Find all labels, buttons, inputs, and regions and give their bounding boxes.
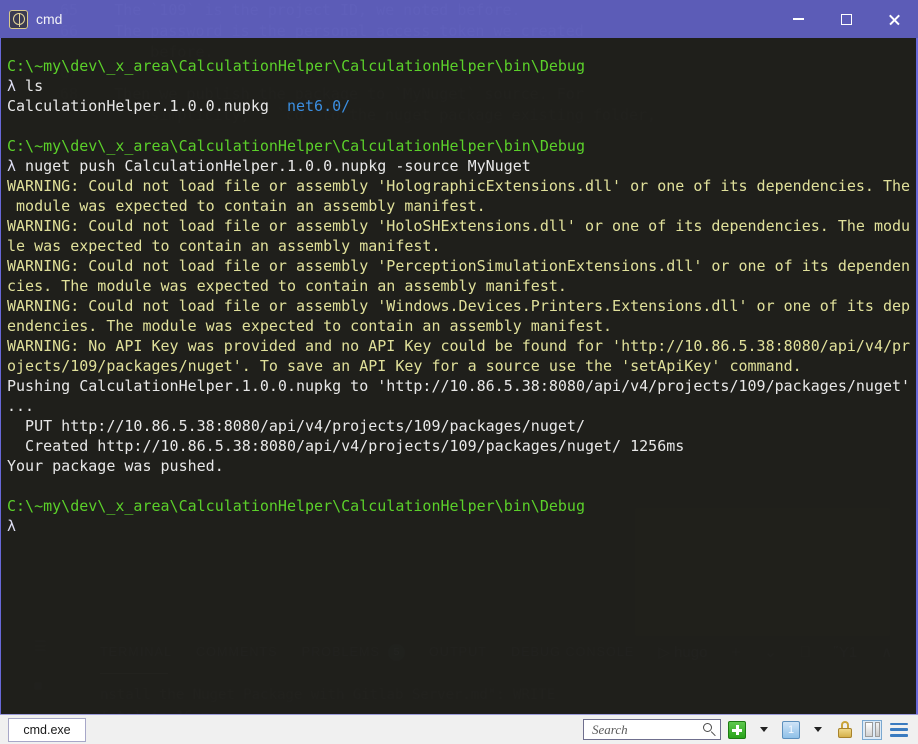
active-console-button[interactable]: 1 xyxy=(780,719,802,741)
terminal-line: endencies. The module was expected to co… xyxy=(7,316,912,336)
console-tab-cmd-exe[interactable]: cmd.exe xyxy=(8,718,86,742)
terminal-output-area[interactable]: C:\~my\dev\_x_area\CalculationHelper\Cal… xyxy=(0,38,918,714)
active-console-dropdown[interactable] xyxy=(807,719,829,741)
terminal-line: WARNING: Could not load file or assembly… xyxy=(7,256,912,276)
maximize-button[interactable] xyxy=(822,0,870,38)
console-one-icon: 1 xyxy=(782,721,800,739)
terminal-line: λ ls xyxy=(7,76,912,96)
terminal-line: C:\~my\dev\_x_area\CalculationHelper\Cal… xyxy=(7,56,912,76)
hamburger-menu-icon xyxy=(890,723,908,737)
terminal-lines: C:\~my\dev\_x_area\CalculationHelper\Cal… xyxy=(7,56,912,536)
search-box[interactable] xyxy=(583,719,721,740)
status-bar-toolbar: 1 xyxy=(583,719,914,741)
window-controls xyxy=(774,0,918,38)
terminal-line: λ xyxy=(7,516,912,536)
terminal-line xyxy=(7,476,912,496)
minimize-icon xyxy=(793,18,804,20)
terminal-line: CalculationHelper.1.0.0.nupkg net6.0/ xyxy=(7,96,912,116)
status-bar: cmd.exe 1 xyxy=(0,714,918,744)
main-menu-button[interactable] xyxy=(888,719,910,741)
terminal-line: module was expected to contain an assemb… xyxy=(7,196,912,216)
conemu-icon xyxy=(9,10,28,29)
close-icon xyxy=(888,13,901,26)
terminal-line: ojects/109/packages/nuget'. To save an A… xyxy=(7,356,912,376)
conemu-window: 65 The `109` is the project ID, we noted… xyxy=(0,0,918,744)
terminal-line xyxy=(7,116,912,136)
split-panes-button[interactable] xyxy=(861,719,883,741)
close-button[interactable] xyxy=(870,0,918,38)
terminal-line: WARNING: Could not load file or assembly… xyxy=(7,216,912,236)
window-title: cmd xyxy=(36,11,62,27)
terminal-line: Pushing CalculationHelper.1.0.0.nupkg to… xyxy=(7,376,912,396)
terminal-line: WARNING: No API Key was provided and no … xyxy=(7,336,912,356)
title-bar-left: cmd xyxy=(0,10,62,29)
terminal-line: C:\~my\dev\_x_area\CalculationHelper\Cal… xyxy=(7,496,912,516)
padlock-icon xyxy=(837,721,853,738)
minimize-button[interactable] xyxy=(774,0,822,38)
terminal-line: WARNING: Could not load file or assembly… xyxy=(7,296,912,316)
terminal-line: le was expected to contain an assembly m… xyxy=(7,236,912,256)
caret-down-icon xyxy=(814,727,822,732)
terminal-line: Your package was pushed. xyxy=(7,456,912,476)
prompt-symbol: λ xyxy=(7,517,16,535)
title-bar[interactable]: cmd xyxy=(0,0,918,38)
command-text: nuget push CalculationHelper.1.0.0.nupkg… xyxy=(16,157,531,175)
terminal-line: PUT http://10.86.5.38:8080/api/v4/projec… xyxy=(7,416,912,436)
caret-down-icon xyxy=(760,727,768,732)
window-border-left xyxy=(0,38,1,714)
new-console-dropdown[interactable] xyxy=(753,719,775,741)
new-console-button[interactable] xyxy=(726,719,748,741)
maximize-icon xyxy=(841,14,852,25)
search-icon xyxy=(703,723,716,736)
green-plus-icon xyxy=(728,721,746,739)
terminal-line: cies. The module was expected to contain… xyxy=(7,276,912,296)
terminal-line: ... xyxy=(7,396,912,416)
terminal-line: Created http://10.86.5.38:8080/api/v4/pr… xyxy=(7,436,912,456)
terminal-line: C:\~my\dev\_x_area\CalculationHelper\Cal… xyxy=(7,136,912,156)
terminal-line: λ nuget push CalculationHelper.1.0.0.nup… xyxy=(7,156,912,176)
file-entry: CalculationHelper.1.0.0.nupkg xyxy=(7,97,287,115)
prompt-symbol: λ xyxy=(7,77,16,95)
directory-entry: net6.0/ xyxy=(287,97,350,115)
terminal-line: WARNING: Could not load file or assembly… xyxy=(7,176,912,196)
command-text: ls xyxy=(16,77,43,95)
panel-layout-icon xyxy=(862,720,882,740)
search-input[interactable] xyxy=(590,721,703,739)
admin-lock-button[interactable] xyxy=(834,719,856,741)
prompt-symbol: λ xyxy=(7,157,16,175)
